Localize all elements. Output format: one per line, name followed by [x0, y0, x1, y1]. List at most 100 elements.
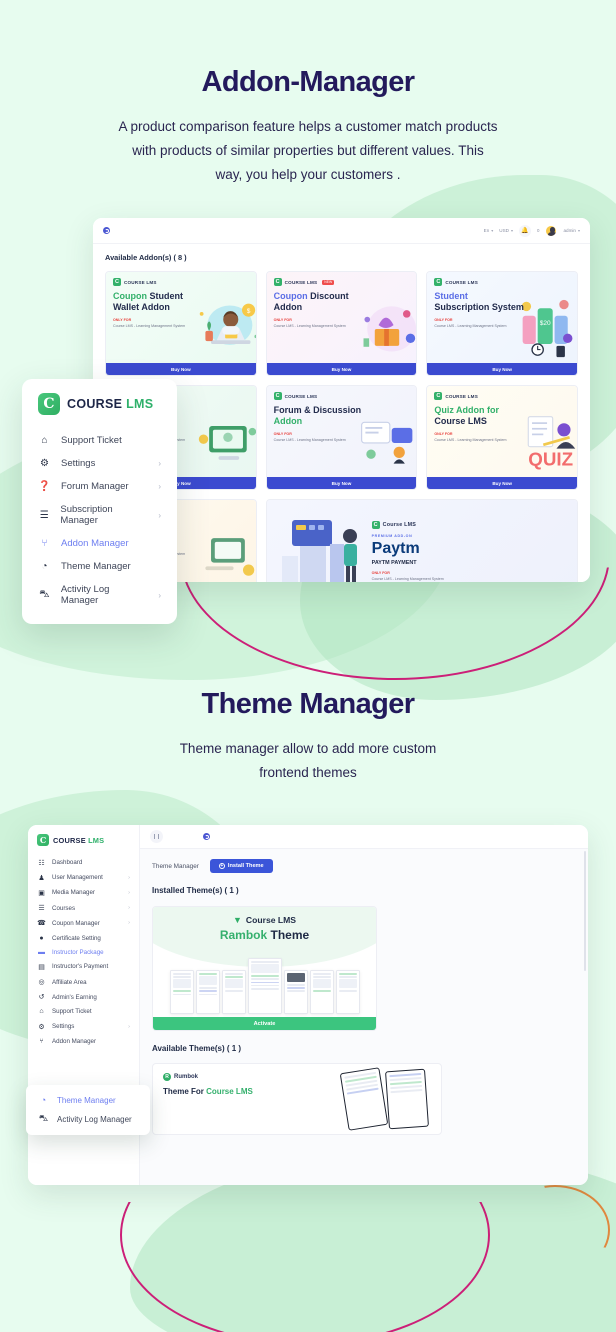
sidebar-item-label: Instructor Package [52, 948, 104, 956]
illustration-paytm-payment [281, 519, 357, 582]
buy-now-button[interactable]: Buy Now [427, 363, 577, 375]
buy-now-button[interactable]: Buy Now [266, 363, 417, 375]
card-logo: C COURSE LMS [434, 278, 478, 286]
menu-label: Addon Manager [61, 538, 129, 549]
chevron-right-icon: › [128, 889, 130, 896]
users-icon: ♟ [38, 874, 45, 882]
sidebar-item-certificate-setting[interactable]: ● Certificate Setting [28, 931, 139, 945]
avatar[interactable] [545, 224, 558, 237]
chevron-right-icon: › [158, 590, 161, 600]
chevron-right-icon: › [128, 905, 130, 912]
menu-label: Theme Manager [61, 561, 131, 572]
user-menu[interactable]: admin ▾ [563, 228, 580, 233]
sidebar-item-label: Coupon Manager [52, 919, 100, 927]
puzzle-icon: ⑂ [41, 538, 48, 549]
sidebar-item-label: Affiliate Area [52, 978, 87, 986]
sidebar-item-dashboard[interactable]: ☷ Dashboard [28, 855, 139, 870]
brand-mark-icon: C [273, 392, 282, 400]
buy-now-button[interactable]: Buy Now [427, 477, 577, 489]
globe-icon[interactable] [203, 833, 210, 840]
chevron-right-icon: › [128, 1023, 130, 1030]
menu-label: Forum Manager [61, 481, 129, 492]
activate-button[interactable]: Activate [153, 1017, 376, 1030]
theme-name: Theme [270, 928, 310, 942]
sidebar-item-admins-earning[interactable]: ↺ Admin's Earning [28, 990, 139, 1005]
gear-icon: ⚙ [38, 1023, 45, 1031]
book-icon: ☰ [38, 905, 45, 913]
buy-now-button[interactable]: Buy Now [266, 477, 417, 489]
svg-text:$20: $20 [540, 320, 551, 327]
menu-item-subscription-manager[interactable]: ☰ Subscription Manager › [22, 498, 177, 532]
svg-text:QUIZ: QUIZ [528, 448, 573, 469]
toolbar-label: Theme Manager [152, 862, 199, 870]
installed-theme-card[interactable]: ▼ Course LMS Rambok Theme Activate [152, 906, 377, 1031]
theme-toolbar: Theme Manager + Install Theme [152, 859, 576, 873]
card-logo: C COURSE LMS [434, 392, 478, 400]
sidebar-item-support-ticket[interactable]: ⌂ Support Ticket [28, 1005, 139, 1019]
only-for-sub: Course LMS - Learning Management System [434, 438, 507, 442]
addon-card[interactable]: C COURSE LMS Coupon Student Wallet Addon… [105, 271, 257, 376]
sidebar-item-label: User Management [52, 874, 103, 882]
pie-chart-icon: ◔ [41, 561, 48, 572]
popover-item-activity-log-manager[interactable]: ⛍ Activity Log Manager [26, 1109, 150, 1129]
only-for-sub: Course LMS - Learning Management System [113, 324, 186, 328]
only-for-sub: Course LMS - Learning Management System [434, 324, 507, 328]
install-theme-label: Install Theme [227, 863, 264, 869]
panel-title: Available Addon(s) ( 8 ) [105, 253, 187, 262]
menu-item-support-ticket[interactable]: ⌂ Support Ticket [22, 429, 177, 452]
decorative-stroke [544, 1185, 610, 1248]
dashboard-topbar: En ▾ USD ▾ 🔔 0 admin ▾ [93, 218, 590, 244]
chevron-right-icon: › [128, 874, 130, 881]
available-theme-card[interactable]: R Rumbok Theme For Course LMS [152, 1063, 442, 1135]
chevron-right-icon: › [128, 920, 130, 927]
sidebar-item-label: Media Manager [52, 889, 95, 897]
brand-name: COURSE [67, 397, 123, 411]
buy-now-button[interactable]: Buy Now [106, 363, 256, 375]
chevron-down-icon: ▾ [491, 228, 494, 233]
sidebar-item-addon-manager[interactable]: ⑂ Addon Manager [28, 1034, 139, 1048]
bus-icon: ⛍ [39, 588, 50, 600]
page-title: Theme Manager [201, 688, 416, 720]
sidebar-item-media-manager[interactable]: ▣ Media Manager › [28, 885, 139, 900]
addon-card[interactable]: C COURSE LMS Forum & Discussion Addon ON… [265, 385, 418, 490]
addon-card[interactable]: C COURSE LMS Quiz Addon for Course LMS O… [426, 385, 578, 490]
sidebar-item-settings[interactable]: ⚙ Settings › [28, 1019, 139, 1034]
install-theme-button[interactable]: + Install Theme [209, 859, 273, 873]
popover-item-label: Theme Manager [57, 1095, 116, 1105]
menu-item-activity-log-manager[interactable]: ⛍ Activity Log Manager › [22, 578, 177, 612]
sidebar-item-affiliate-area[interactable]: ◎ Affiliate Area [28, 975, 139, 990]
theme-device-preview [339, 1067, 429, 1131]
image-icon: ▣ [38, 889, 45, 897]
home-icon: ⌂ [41, 435, 48, 446]
addon-card[interactable]: C Course LMS PREMIUM ADD-ON Paytm PAYTM … [265, 499, 578, 582]
globe-icon[interactable] [103, 227, 110, 234]
brand-mark-icon: C [434, 392, 443, 400]
sidebar-item-instructors-payment[interactable]: ▤ Instructor's Payment [28, 959, 139, 974]
brand-logo: C COURSE LMS [28, 834, 139, 855]
scrollbar[interactable] [583, 851, 586, 971]
currency-selector[interactable]: USD ▾ [499, 228, 513, 233]
menu-item-theme-manager[interactable]: ◔ Theme Manager [22, 555, 177, 578]
menu-item-forum-manager[interactable]: ❓ Forum Manager › [22, 475, 177, 498]
sidebar-item-label: Instructor's Payment [52, 963, 109, 971]
addon-card[interactable]: C COURSE LMS NEW Coupon Discount Addon O… [265, 271, 418, 376]
chevron-down-icon: ▾ [577, 228, 580, 233]
popover-item-theme-manager[interactable]: ◔ Theme Manager [26, 1091, 150, 1109]
card-logo: C Course LMS [371, 521, 417, 529]
addon-card[interactable]: C COURSE LMS Student Subscription System… [426, 271, 578, 376]
sidebar-item-coupon-manager[interactable]: ☎ Coupon Manager › [28, 916, 139, 931]
menu-item-addon-manager[interactable]: ⑂ Addon Manager [22, 532, 177, 555]
sidebar-item-instructor-package[interactable]: ▬ Instructor Package [28, 945, 139, 959]
sidebar-item-user-management[interactable]: ♟ User Management › [28, 870, 139, 885]
theme-title-prefix: Theme For [163, 1087, 204, 1096]
page-title: Addon-Manager [201, 66, 416, 98]
menu-item-settings[interactable]: ⚙ Settings › [22, 452, 177, 475]
language-selector[interactable]: En ▾ [484, 228, 494, 233]
only-for-sub: Course LMS - Learning Management System [371, 577, 444, 581]
sidebar-item-label: Addon Manager [52, 1037, 97, 1045]
sidebar-toggle-icon[interactable] [150, 830, 163, 843]
sidebar-item-courses[interactable]: ☰ Courses › [28, 901, 139, 916]
notification-bell-icon[interactable]: 🔔 [519, 224, 532, 237]
only-for-sub: Course LMS - Learning Management System [273, 324, 346, 328]
certificate-icon: ● [39, 934, 44, 942]
